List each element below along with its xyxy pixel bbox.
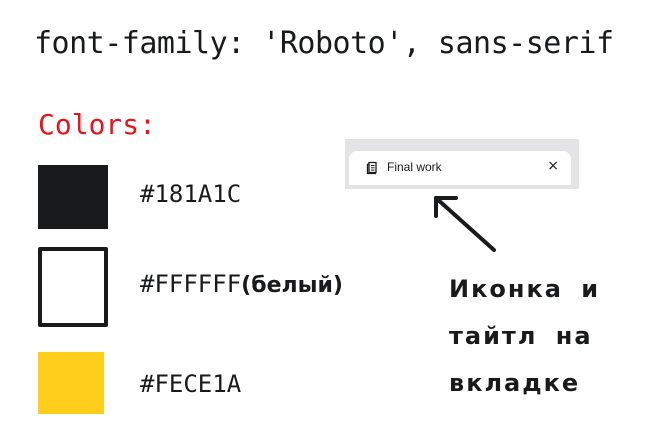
pointer-arrow-icon	[434, 196, 496, 252]
tab-close-button[interactable]: ×	[547, 158, 559, 174]
swatch-white-hex: #FFFFFF	[140, 270, 242, 298]
font-family-note: font-family: 'Roboto', sans-serif	[34, 26, 614, 61]
tab-caption: Иконка и тайтл на вкладке	[449, 275, 601, 397]
swatch-dark	[38, 165, 108, 229]
colors-heading: Colors:	[38, 108, 157, 141]
tab-bar-screenshot: Final work ×	[345, 139, 579, 189]
swatch-white-label: #FFFFFF(белый)	[140, 270, 343, 298]
tab-underline	[349, 187, 501, 189]
swatch-yellow-label: #FECE1A	[140, 370, 242, 398]
swatch-dark-label: #181A1C	[140, 180, 242, 208]
swatch-white	[38, 247, 108, 327]
document-icon	[366, 161, 377, 175]
browser-tab[interactable]: Final work ×	[349, 151, 571, 185]
swatch-yellow	[38, 352, 104, 414]
tab-title: Final work	[387, 160, 442, 174]
swatch-white-note: (белый)	[241, 273, 343, 298]
